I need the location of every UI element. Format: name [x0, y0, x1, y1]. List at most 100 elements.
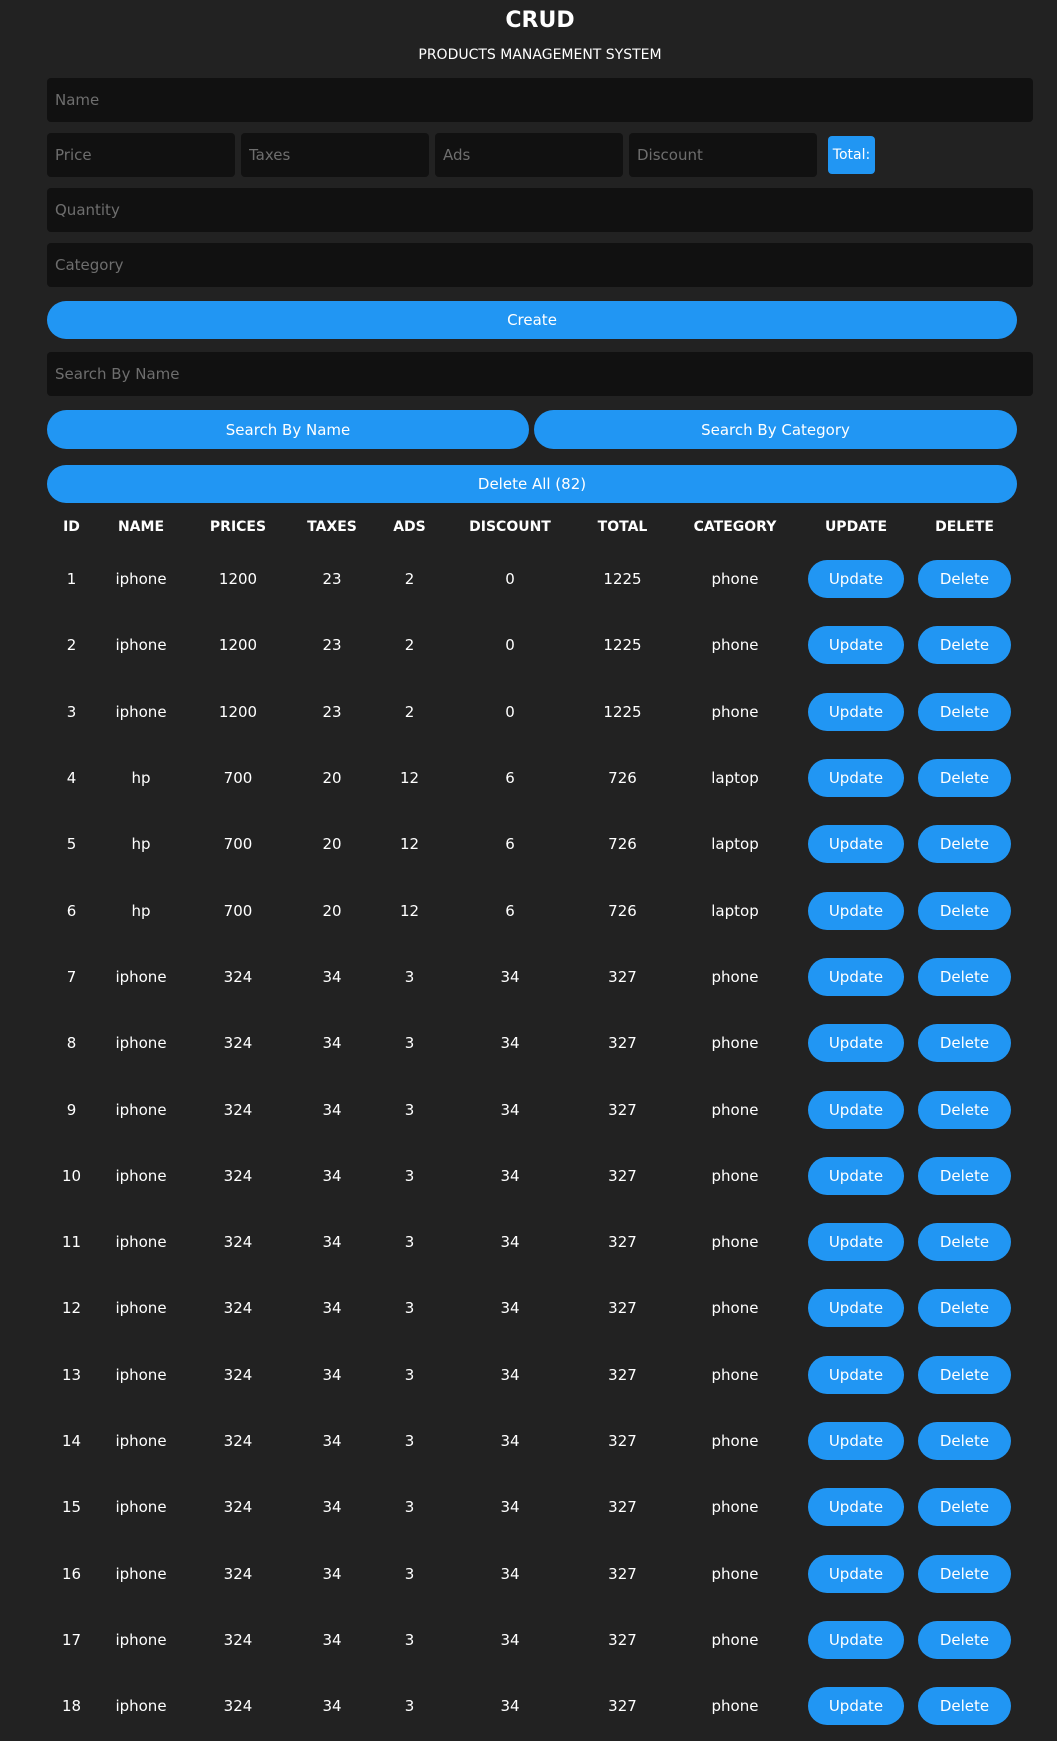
header-category: CATEGORY [693, 519, 777, 535]
delete-button[interactable]: Delete [918, 891, 1011, 930]
update-button[interactable]: Update [808, 1620, 904, 1659]
cell-id: 7 [66, 967, 77, 986]
update-button[interactable]: Update [808, 626, 904, 665]
delete-button[interactable]: Delete [918, 560, 1011, 599]
discount-input[interactable] [629, 133, 817, 177]
table-header-row: ID NAME PRICES TAXES ADS DISCOUNT TOTAL … [47, 508, 1017, 546]
table-row: 4 hp 700 20 12 6 726 laptop Update Delete [47, 745, 1017, 811]
update-button[interactable]: Update [808, 1687, 904, 1726]
cell-update: Update [800, 1540, 912, 1606]
delete-button[interactable]: Delete [918, 759, 1011, 798]
cell-total: 327 [608, 1166, 637, 1185]
cell-delete: Delete [912, 1010, 1017, 1076]
delete-button[interactable]: Delete [918, 1223, 1011, 1262]
cell-category: phone [711, 1498, 759, 1517]
cell-discount: 6 [505, 901, 515, 920]
price-input[interactable] [47, 133, 235, 177]
cell-id: 11 [61, 1233, 82, 1252]
cell-update: Update [800, 877, 912, 943]
cell-delete: Delete [912, 1342, 1017, 1408]
delete-button[interactable]: Delete [918, 1488, 1011, 1527]
cell-name: iphone [115, 1365, 167, 1384]
delete-button[interactable]: Delete [918, 825, 1011, 864]
cell-id: 3 [66, 702, 77, 721]
search-input[interactable] [47, 352, 1033, 396]
cell-category: phone [711, 636, 759, 655]
update-button[interactable]: Update [808, 825, 904, 864]
search-by-name-button[interactable]: Search By Name [47, 410, 529, 449]
delete-button[interactable]: Delete [918, 1422, 1011, 1460]
delete-button[interactable]: Delete [918, 1355, 1011, 1394]
cell-total: 726 [608, 901, 637, 920]
delete-button[interactable]: Delete [918, 1024, 1011, 1063]
cell-delete: Delete [912, 1408, 1017, 1474]
header-delete: DELETE [935, 519, 994, 535]
cell-total: 327 [608, 1697, 637, 1716]
update-button[interactable]: Update [808, 1488, 904, 1527]
cell-ads: 3 [404, 1432, 415, 1450]
name-input[interactable] [47, 78, 1033, 122]
delete-button[interactable]: Delete [918, 692, 1011, 731]
delete-button[interactable]: Delete [918, 1090, 1011, 1129]
cell-ads: 3 [404, 1299, 415, 1318]
table-row: 17 iphone 324 34 3 34 327 phone Update Delete [47, 1607, 1017, 1673]
update-button[interactable]: Update [808, 1156, 904, 1195]
cell-ads: 3 [404, 1365, 415, 1384]
category-input[interactable] [47, 243, 1033, 287]
cell-total: 1225 [603, 702, 642, 721]
cell-taxes: 34 [322, 1299, 342, 1318]
delete-button[interactable]: Delete [918, 1687, 1011, 1726]
cell-category: laptop [711, 769, 759, 788]
cell-total: 327 [608, 1034, 637, 1053]
table-row: 10 iphone 324 34 3 34 327 phone Update Delete [47, 1143, 1017, 1209]
delete-button[interactable]: Delete [918, 626, 1011, 665]
cell-delete: Delete [912, 1076, 1017, 1142]
update-button[interactable]: Update [808, 957, 904, 996]
taxes-input[interactable] [241, 133, 429, 177]
ads-input[interactable] [435, 133, 623, 177]
cell-taxes: 23 [322, 702, 342, 721]
update-button[interactable]: Update [808, 1223, 904, 1262]
cell-total: 327 [608, 1365, 637, 1384]
cell-price: 324 [223, 1630, 253, 1649]
cell-ads: 3 [404, 1166, 415, 1185]
cell-id: 13 [61, 1365, 82, 1384]
cell-taxes: 34 [322, 1166, 342, 1185]
cell-id: 6 [66, 901, 77, 920]
search-by-category-button[interactable]: Search By Category [534, 410, 1017, 449]
update-button[interactable]: Update [808, 1554, 904, 1593]
quantity-input[interactable] [47, 188, 1033, 232]
cell-taxes: 34 [322, 1630, 342, 1649]
cell-update: Update [800, 546, 912, 612]
update-button[interactable]: Update [808, 1422, 904, 1460]
cell-id: 1 [66, 570, 77, 589]
delete-button[interactable]: Delete [918, 1554, 1011, 1593]
cell-delete: Delete [912, 1474, 1017, 1540]
cell-delete: Delete [912, 612, 1017, 678]
update-button[interactable]: Update [808, 692, 904, 731]
cell-id: 5 [66, 835, 77, 854]
update-button[interactable]: Update [808, 1355, 904, 1394]
cell-price: 1200 [218, 636, 258, 655]
update-button[interactable]: Update [808, 891, 904, 930]
create-button[interactable]: Create [47, 301, 1017, 339]
cell-delete: Delete [912, 745, 1017, 811]
delete-button[interactable]: Delete [918, 1289, 1011, 1328]
update-button[interactable]: Update [808, 1289, 904, 1328]
cell-category: phone [711, 967, 759, 986]
page-subtitle: PRODUCTS MANAGEMENT SYSTEM [418, 47, 662, 63]
table-row: 9 iphone 324 34 3 34 327 phone Update Delete [47, 1076, 1017, 1142]
cell-discount: 34 [500, 1432, 520, 1450]
delete-button[interactable]: Delete [918, 1620, 1011, 1659]
update-button[interactable]: Update [808, 560, 904, 599]
cell-update: Update [800, 1607, 912, 1673]
delete-button[interactable]: Delete [918, 957, 1011, 996]
delete-all-button[interactable]: Delete All (82) [47, 465, 1017, 503]
update-button[interactable]: Update [808, 1024, 904, 1063]
header-name: NAME [117, 519, 165, 535]
cell-discount: 34 [500, 1233, 520, 1252]
cell-total: 327 [608, 1299, 637, 1318]
delete-button[interactable]: Delete [918, 1156, 1011, 1195]
update-button[interactable]: Update [808, 1090, 904, 1129]
update-button[interactable]: Update [808, 759, 904, 798]
